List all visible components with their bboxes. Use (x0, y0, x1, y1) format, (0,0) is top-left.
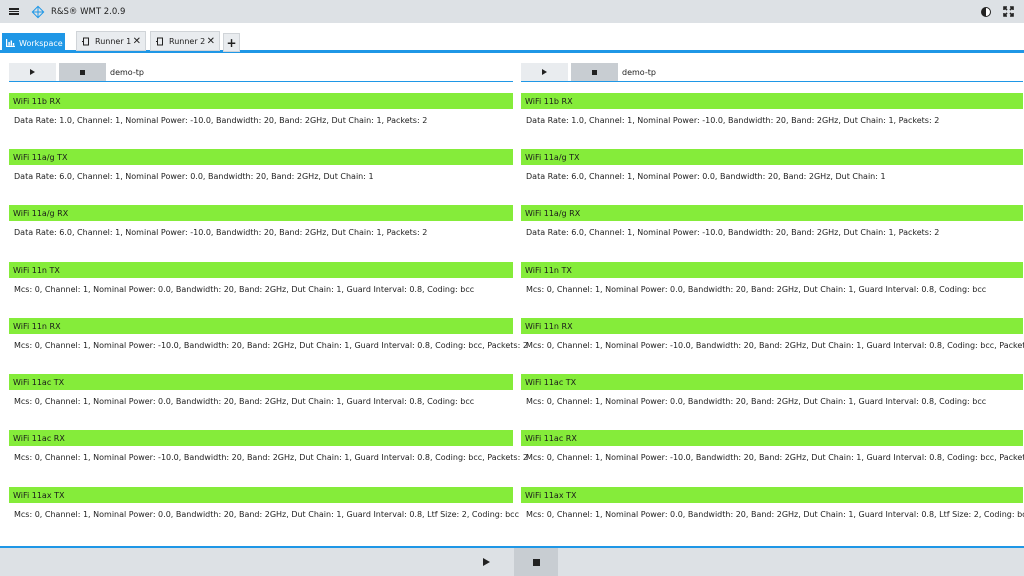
test-item[interactable]: WiFi 11n RX Mcs: 0, Channel: 1, Nominal P… (521, 318, 1024, 363)
test-params: Data Rate: 6.0, Channel: 1, Nominal Powe… (14, 172, 374, 181)
runner-icon (82, 37, 89, 45)
tab-runner-1-label: Runner 1 (95, 36, 132, 46)
test-name: WiFi 11ac TX (9, 374, 513, 390)
test-item[interactable]: WiFi 11ac TX Mcs: 0, Channel: 1, Nominal … (521, 374, 1023, 419)
test-params: Mcs: 0, Channel: 1, Nominal Power: -10.0… (14, 453, 528, 462)
tab-bar: Workspace Runner 1 ✕ Runner 2 ✕ + (0, 23, 1024, 53)
test-name: WiFi 11n RX (9, 318, 513, 334)
test-item[interactable]: WiFi 11n TX Mcs: 0, Channel: 1, Nominal P… (9, 262, 513, 307)
test-name: WiFi 11ac RX (521, 430, 1023, 446)
runner-panel-right: demo-tp WiFi 11b RX Data Rate: 1.0, Chann… (521, 63, 1024, 519)
test-params: Data Rate: 6.0, Channel: 1, Nominal Powe… (14, 228, 428, 237)
test-name: WiFi 11a/g RX (521, 205, 1023, 221)
test-params: Mcs: 0, Channel: 1, Nominal Power: 0.0, … (14, 285, 475, 294)
tab-runner-1[interactable]: Runner 1 ✕ (76, 31, 146, 51)
stop-icon (592, 69, 597, 75)
test-name: WiFi 11b RX (521, 93, 1023, 109)
title-bar: R&S® WMT 2.0.9 (0, 0, 1024, 23)
stop-button[interactable] (571, 63, 618, 81)
fullscreen-icon[interactable] (1003, 6, 1014, 17)
close-icon[interactable]: ✕ (207, 36, 215, 47)
play-all-button[interactable] (458, 548, 514, 576)
test-item[interactable]: WiFi 11ac RX Mcs: 0, Channel: 1, Nominal … (521, 430, 1024, 475)
bar-chart-icon (6, 39, 15, 47)
test-params: Data Rate: 1.0, Channel: 1, Nominal Powe… (14, 116, 428, 125)
test-name: WiFi 11n TX (9, 262, 513, 278)
test-item[interactable]: WiFi 11ac RX Mcs: 0, Channel: 1, Nominal … (9, 430, 528, 475)
test-params: Mcs: 0, Channel: 1, Nominal Power: 0.0, … (526, 397, 987, 406)
play-icon (482, 558, 490, 566)
test-params: Mcs: 0, Channel: 1, Nominal Power: 0.0, … (526, 285, 987, 294)
bottom-control-bar (0, 546, 1024, 576)
runner-icon (156, 37, 163, 45)
stop-all-button[interactable] (514, 548, 558, 576)
test-item[interactable]: WiFi 11ac TX Mcs: 0, Channel: 1, Nominal … (9, 374, 513, 419)
test-plan-name: demo-tp (622, 67, 656, 77)
test-item[interactable]: WiFi 11a/g TX Data Rate: 6.0, Channel: 1,… (521, 149, 1023, 194)
tab-runner-2-label: Runner 2 (169, 36, 206, 46)
contrast-icon[interactable] (981, 6, 991, 17)
test-item[interactable]: WiFi 11a/g RX Data Rate: 6.0, Channel: 1,… (9, 205, 513, 250)
test-item[interactable]: WiFi 11n RX Mcs: 0, Channel: 1, Nominal P… (9, 318, 528, 363)
test-params: Mcs: 0, Channel: 1, Nominal Power: -10.0… (526, 453, 1024, 462)
stop-button[interactable] (59, 63, 106, 81)
test-params: Mcs: 0, Channel: 1, Nominal Power: 0.0, … (526, 510, 1024, 519)
tab-runner-2[interactable]: Runner 2 ✕ (150, 31, 220, 51)
test-params: Data Rate: 6.0, Channel: 1, Nominal Powe… (526, 228, 940, 237)
play-button[interactable] (9, 63, 56, 81)
test-item[interactable]: WiFi 11ax TX Mcs: 0, Channel: 1, Nominal … (521, 487, 1024, 532)
rs-logo-icon (31, 5, 45, 18)
test-name: WiFi 11n TX (521, 262, 1023, 278)
test-plan-name: demo-tp (110, 67, 144, 77)
test-params: Data Rate: 6.0, Channel: 1, Nominal Powe… (526, 172, 886, 181)
play-button[interactable] (521, 63, 568, 81)
close-icon[interactable]: ✕ (133, 36, 141, 47)
test-item[interactable]: WiFi 11b RX Data Rate: 1.0, Channel: 1, N… (521, 93, 1023, 138)
tab-workspace-label: Workspace (19, 38, 63, 48)
test-item[interactable]: WiFi 11a/g RX Data Rate: 6.0, Channel: 1,… (521, 205, 1023, 250)
test-item[interactable]: WiFi 11n TX Mcs: 0, Channel: 1, Nominal P… (521, 262, 1023, 307)
test-name: WiFi 11ax TX (9, 487, 513, 503)
play-icon (542, 69, 547, 75)
play-icon (30, 69, 35, 75)
test-params: Data Rate: 1.0, Channel: 1, Nominal Powe… (526, 116, 940, 125)
runner-panel-left: demo-tp WiFi 11b RX Data Rate: 1.0, Chann… (9, 63, 528, 519)
tab-workspace[interactable]: Workspace (2, 33, 65, 53)
control-bar: demo-tp (9, 63, 513, 82)
test-name: WiFi 11a/g TX (521, 149, 1023, 165)
test-item[interactable]: WiFi 11b RX Data Rate: 1.0, Channel: 1, N… (9, 93, 513, 138)
test-params: Mcs: 0, Channel: 1, Nominal Power: -10.0… (526, 341, 1024, 350)
add-tab-button[interactable]: + (223, 33, 240, 52)
test-name: WiFi 11ax TX (521, 487, 1023, 503)
control-bar: demo-tp (521, 63, 1023, 82)
hamburger-icon[interactable] (9, 8, 19, 15)
stop-icon (532, 558, 540, 566)
test-params: Mcs: 0, Channel: 1, Nominal Power: -10.0… (14, 341, 528, 350)
test-params: Mcs: 0, Channel: 1, Nominal Power: 0.0, … (14, 510, 519, 519)
test-name: WiFi 11a/g TX (9, 149, 513, 165)
test-item[interactable]: WiFi 11a/g TX Data Rate: 6.0, Channel: 1,… (9, 149, 513, 194)
app-title: R&S® WMT 2.0.9 (51, 6, 126, 17)
test-name: WiFi 11n RX (521, 318, 1023, 334)
test-name: WiFi 11a/g RX (9, 205, 513, 221)
test-name: WiFi 11ac RX (9, 430, 513, 446)
test-params: Mcs: 0, Channel: 1, Nominal Power: 0.0, … (14, 397, 475, 406)
test-name: WiFi 11b RX (9, 93, 513, 109)
test-item[interactable]: WiFi 11ax TX Mcs: 0, Channel: 1, Nominal … (9, 487, 519, 532)
stop-icon (80, 69, 85, 75)
test-name: WiFi 11ac TX (521, 374, 1023, 390)
